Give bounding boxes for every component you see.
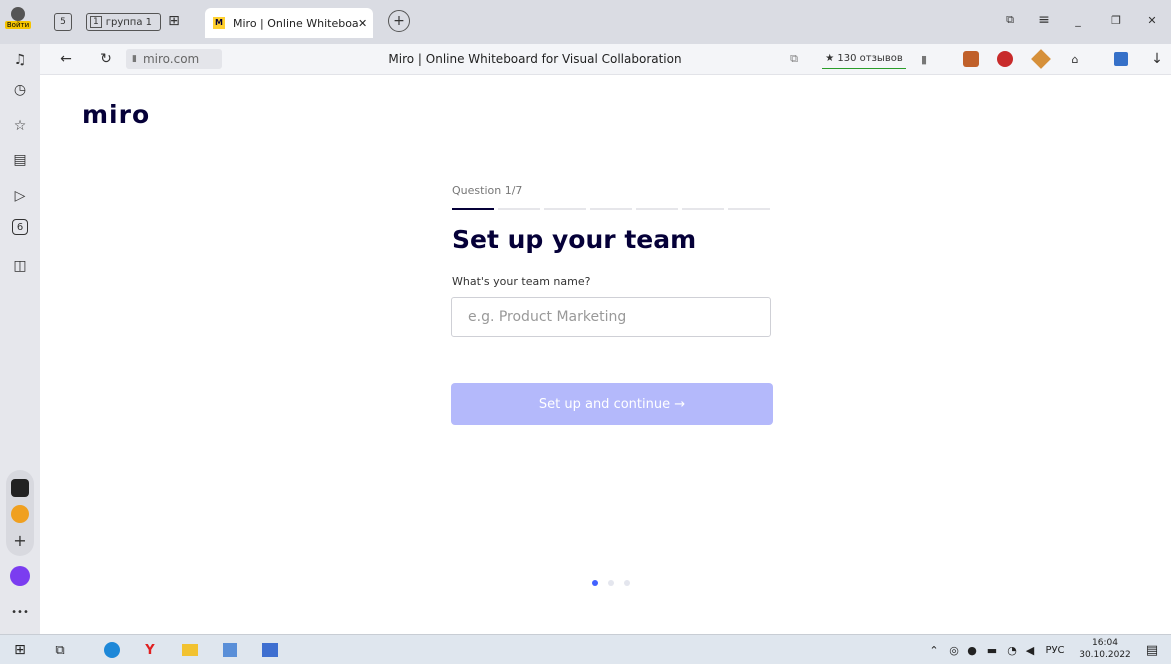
- group-count: 1: [90, 16, 102, 28]
- progress-segment: [590, 208, 632, 210]
- history-icon[interactable]: ◷: [8, 78, 32, 102]
- miro-logo[interactable]: miro: [82, 100, 150, 129]
- clock-date: 30.10.2022: [1079, 650, 1131, 660]
- extension-1-icon[interactable]: [962, 49, 980, 69]
- progress-segment: [728, 208, 770, 210]
- reload-icon[interactable]: ↻: [96, 49, 116, 69]
- close-tab-icon[interactable]: ✕: [358, 17, 367, 30]
- collections-icon[interactable]: ▤: [8, 148, 32, 172]
- new-tab-button[interactable]: +: [388, 10, 410, 32]
- tray-expand-icon[interactable]: ⌃: [924, 640, 944, 660]
- media-icon[interactable]: ▷: [8, 184, 32, 208]
- battery-icon[interactable]: ▬: [982, 640, 1002, 660]
- wifi-icon[interactable]: ◔: [1002, 640, 1022, 660]
- set-up-continue-button[interactable]: Set up and continue →: [451, 383, 773, 425]
- restore-icon[interactable]: ❐: [1106, 10, 1126, 30]
- progress-segment: [498, 208, 540, 210]
- miro-favicon-icon: M: [213, 17, 225, 29]
- close-window-icon[interactable]: ✕: [1142, 10, 1162, 30]
- clock[interactable]: 16:04 30.10.2022: [1076, 637, 1134, 661]
- app-2-icon[interactable]: [8, 502, 32, 526]
- file-explorer-icon[interactable]: [180, 640, 200, 660]
- start-icon[interactable]: ⊞: [10, 640, 30, 660]
- progress-segment: [452, 208, 494, 210]
- extension-4-icon[interactable]: ⌂: [1066, 49, 1084, 69]
- tray-icon-1[interactable]: ◎: [944, 640, 964, 660]
- notifications-icon[interactable]: ♫: [8, 48, 32, 72]
- pager-dot[interactable]: [624, 580, 630, 586]
- copy-link-icon[interactable]: ⧉: [786, 49, 802, 69]
- screenshot-icon[interactable]: ◫: [8, 254, 32, 278]
- tabs-counter-button[interactable]: 5: [54, 13, 72, 31]
- edge-icon[interactable]: [102, 640, 122, 660]
- back-icon[interactable]: ←: [56, 49, 76, 69]
- pager-dot[interactable]: [592, 580, 598, 586]
- task-view-icon[interactable]: ⧉: [50, 640, 70, 660]
- notifications-center-icon[interactable]: ▤: [1142, 640, 1162, 660]
- extension-5-icon[interactable]: [1112, 49, 1130, 69]
- url-text: miro.com: [142, 52, 200, 66]
- extension-3-icon[interactable]: [1031, 49, 1051, 69]
- calendar-icon[interactable]: 6: [12, 219, 28, 235]
- url-field[interactable]: ▮ miro.com: [126, 49, 222, 69]
- group-label: группа 1: [105, 16, 152, 28]
- tabs-menu-icon[interactable]: ⧉: [1000, 10, 1020, 30]
- menu-icon[interactable]: ≡: [1034, 10, 1054, 30]
- app-1-icon[interactable]: [8, 476, 32, 500]
- favorites-icon[interactable]: ☆: [8, 114, 32, 138]
- page-content: miro Question 1/7 Set up your team What'…: [40, 75, 1171, 634]
- minimize-icon[interactable]: _: [1068, 10, 1088, 30]
- volume-icon[interactable]: ◀: [1020, 640, 1040, 660]
- page-title: Miro | Online Whiteboard for Visual Coll…: [388, 52, 682, 66]
- tray-mic-icon[interactable]: ●: [962, 640, 982, 660]
- team-name-input[interactable]: [451, 297, 771, 337]
- downloads-icon[interactable]: ↓: [1148, 49, 1166, 69]
- browser-tab-bar: Войти 5 1 группа 1 ⊞ M Miro | Online Whi…: [0, 0, 1171, 44]
- pinned-app-icon[interactable]: [260, 640, 280, 660]
- tab-miro[interactable]: M Miro | Online Whiteboa ✕: [205, 8, 373, 38]
- add-app-icon[interactable]: +: [8, 528, 32, 552]
- app-window-icon[interactable]: [220, 640, 240, 660]
- progress-segment: [636, 208, 678, 210]
- login-label: Войти: [4, 21, 32, 29]
- alice-assistant-icon[interactable]: [8, 564, 32, 588]
- profile-button[interactable]: Войти: [4, 2, 32, 34]
- new-group-icon[interactable]: ⊞: [164, 11, 184, 31]
- pager-dot[interactable]: [608, 580, 614, 586]
- bookmark-icon[interactable]: ▮: [916, 49, 932, 69]
- page-heading: Set up your team: [452, 225, 697, 254]
- language-indicator[interactable]: РУС: [1040, 640, 1070, 660]
- reviews-link[interactable]: ★ 130 отзывов: [822, 49, 906, 69]
- more-icon[interactable]: •••: [8, 600, 32, 624]
- tabs-counter: 5: [60, 17, 66, 27]
- progress-segment: [682, 208, 724, 210]
- yandex-icon[interactable]: Y: [140, 640, 160, 660]
- tab-title: Miro | Online Whiteboa: [233, 16, 358, 30]
- lock-icon: ▮: [132, 54, 137, 64]
- browser-sidebar: ♫ ◷ ☆ ▤ ▷ 6 ◫ + •••: [0, 44, 40, 634]
- avatar-icon: [11, 7, 25, 21]
- extension-2-icon[interactable]: [996, 49, 1014, 69]
- tab-group-button[interactable]: 1 группа 1: [86, 13, 161, 31]
- team-name-label: What's your team name?: [452, 275, 591, 288]
- progress-segment: [544, 208, 586, 210]
- windows-taskbar: ⊞ ⧉ Y ⌃ ◎ ● ▬ ◔ ◀ РУС 16:04 30.10.2022 ▤: [0, 634, 1171, 664]
- clock-time: 16:04: [1092, 638, 1118, 648]
- question-counter: Question 1/7: [452, 184, 523, 197]
- address-bar: ← ↻ ▮ miro.com Miro | Online Whiteboard …: [0, 44, 1171, 75]
